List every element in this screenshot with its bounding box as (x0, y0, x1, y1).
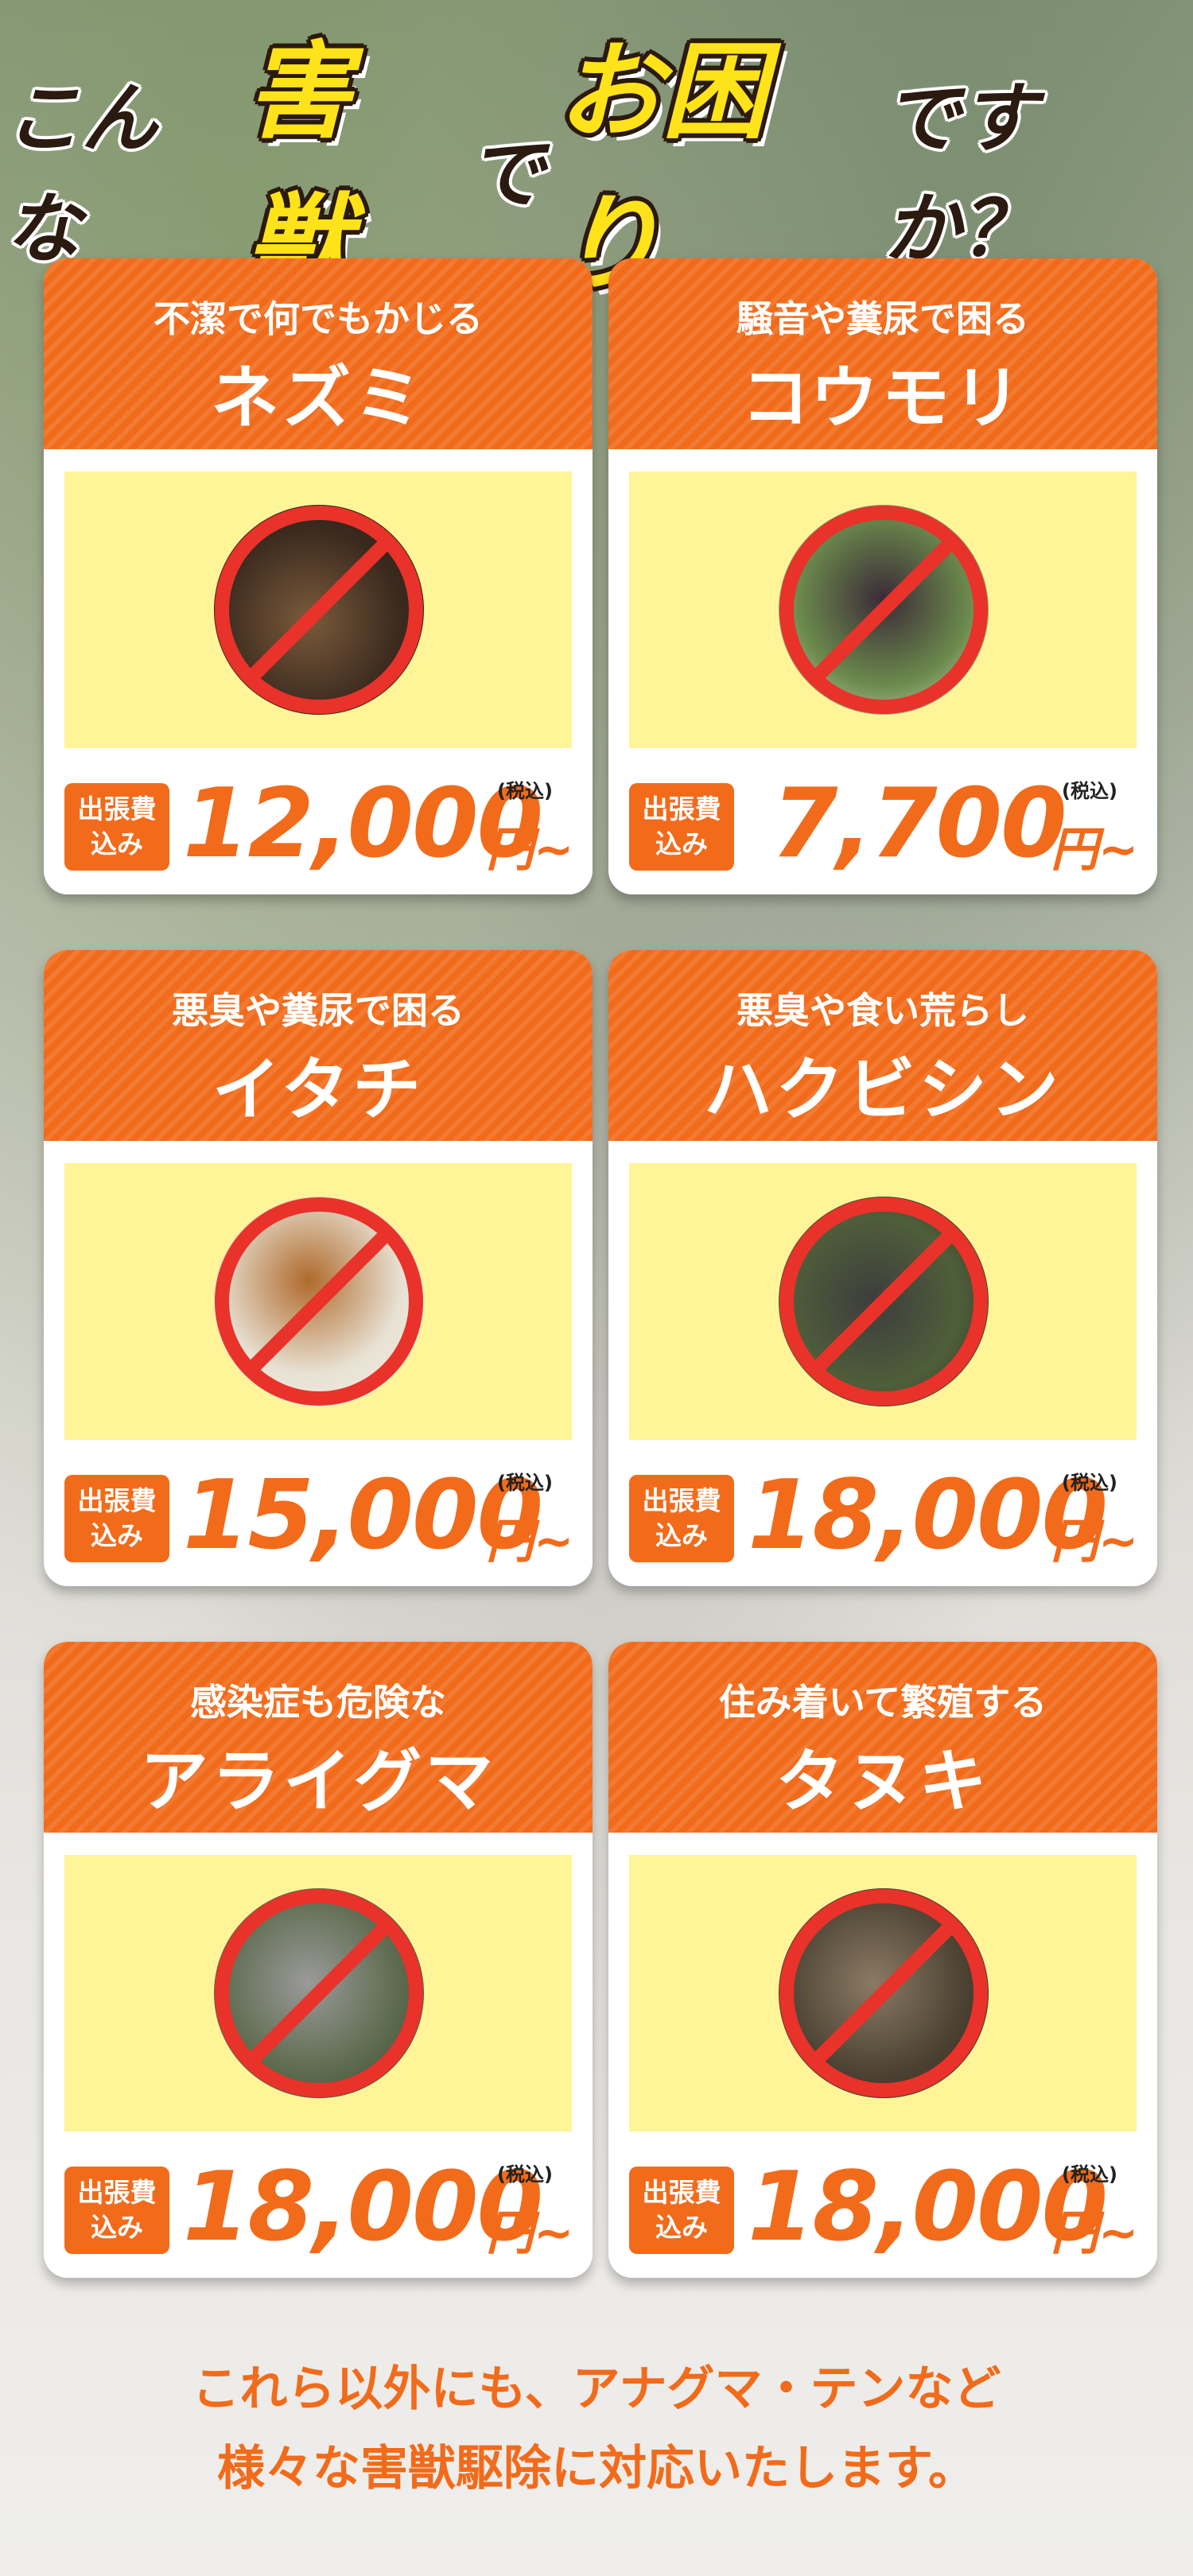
photo-area (64, 1855, 572, 2132)
badge-line-1: 出張費 (77, 2177, 157, 2208)
pest-card-raccoon: 感染症も危険な アライグマ 出張費 込み 18,000 (税込) 円~ (44, 1642, 593, 2278)
card-header: 悪臭や糞尿で困る イタチ (44, 950, 593, 1141)
badge-line-2: 込み (655, 1520, 708, 1551)
footer-line-2: 様々な害獣駆除に対応いたします。 (217, 2441, 976, 2496)
badge-line-2: 込み (655, 828, 708, 859)
price-unit: 円~ (486, 1514, 574, 1569)
card-subtitle: 不潔で何でもかじる (153, 297, 483, 340)
price-unit: 円~ (1051, 2206, 1139, 2261)
price-badge: 出張費 込み (64, 783, 169, 871)
badge-line-1: 出張費 (77, 1485, 157, 1516)
card-pest-name: ハクビシン (704, 1050, 1062, 1130)
card-subtitle: 悪臭や糞尿で困る (172, 989, 464, 1032)
card-header: 不潔で何でもかじる ネズミ (44, 258, 593, 449)
pest-card-raccoon-dog: 住み着いて繁殖する タヌキ 出張費 込み 18,000 (税込) 円~ (608, 1642, 1157, 2278)
photo-area (629, 471, 1137, 748)
badge-line-2: 込み (655, 2212, 708, 2243)
badge-line-2: 込み (91, 1520, 143, 1551)
card-pest-name: イタチ (212, 1050, 425, 1130)
prohibited-icon (215, 506, 423, 714)
prohibited-icon (215, 1197, 423, 1406)
pest-card-civet: 悪臭や食い荒らし ハクビシン 出張費 込み 18,000 (税込) 円~ (608, 950, 1157, 1586)
prohibited-icon (779, 1197, 988, 1406)
photo-area (629, 1855, 1137, 2132)
card-header: 住み着いて繁殖する タヌキ (608, 1642, 1157, 1833)
heading-part-desuka: ですか？ (884, 74, 1037, 274)
card-subtitle: 感染症も危険な (190, 1681, 446, 1724)
card-subtitle: 住み着いて繁殖する (718, 1681, 1047, 1724)
footer-note: これら以外にも、アナグマ・テンなど 様々な害獣駆除に対応いたします。 (0, 2349, 1193, 2508)
price-unit: 円~ (1051, 822, 1139, 878)
pest-card-rat: 不潔で何でもかじる ネズミ 出張費 込み 12,000 (税込) 円~ (44, 258, 593, 894)
price-badge: 出張費 込み (629, 1475, 734, 1562)
card-header: 感染症も危険な アライグマ (44, 1642, 593, 1833)
heading-part-de: で (468, 129, 545, 219)
badge-line-1: 出張費 (642, 793, 721, 824)
footer-line-1: これら以外にも、アナグマ・テンなど (192, 2361, 1001, 2417)
photo-area (64, 1163, 572, 1440)
tax-note: (税込) (1062, 780, 1117, 802)
price-badge: 出張費 込み (64, 1475, 169, 1562)
card-header: 悪臭や食い荒らし ハクビシン (608, 950, 1157, 1141)
card-subtitle: 騒音や糞尿で困る (736, 297, 1029, 340)
badge-line-2: 込み (91, 2212, 143, 2243)
heading-part-konna: こんな (5, 74, 157, 274)
price-badge: 出張費 込み (629, 783, 734, 871)
tax-note: (税込) (497, 780, 553, 802)
badge-line-2: 込み (91, 828, 143, 859)
prohibited-icon (779, 1889, 988, 2097)
price-unit: 円~ (486, 2206, 574, 2261)
tax-note: (税込) (497, 2163, 553, 2186)
tax-note: (税込) (1062, 2163, 1117, 2186)
card-pest-name: タヌキ (775, 1742, 990, 1821)
tax-note: (税込) (497, 1472, 553, 1494)
tax-note: (税込) (1062, 1472, 1117, 1494)
prohibited-icon (215, 1889, 423, 2097)
badge-line-1: 出張費 (642, 2177, 721, 2208)
price-badge: 出張費 込み (629, 2167, 734, 2254)
photo-area (629, 1163, 1137, 1440)
price-badge: 出張費 込み (64, 2167, 169, 2254)
badge-line-1: 出張費 (77, 793, 157, 824)
price-value: 7,700 (771, 769, 1067, 879)
prohibited-icon (779, 506, 988, 714)
card-pest-name: ネズミ (211, 359, 426, 438)
pest-card-weasel: 悪臭や糞尿で困る イタチ 出張費 込み 15,000 (税込) 円~ (44, 950, 593, 1586)
badge-line-1: 出張費 (642, 1485, 721, 1516)
price-unit: 円~ (486, 822, 574, 878)
card-pest-name: アライグマ (139, 1742, 497, 1821)
photo-area (64, 471, 572, 748)
card-subtitle: 悪臭や食い荒らし (736, 989, 1029, 1032)
card-header: 騒音や糞尿で困る コウモリ (608, 258, 1157, 449)
price-unit: 円~ (1051, 1514, 1139, 1569)
page-heading: こんな 害獣 で お困り ですか？ (0, 31, 1193, 305)
pest-card-bat: 騒音や糞尿で困る コウモリ 出張費 込み 7,700 (税込) 円~ (608, 258, 1157, 894)
card-pest-name: コウモリ (740, 359, 1025, 438)
